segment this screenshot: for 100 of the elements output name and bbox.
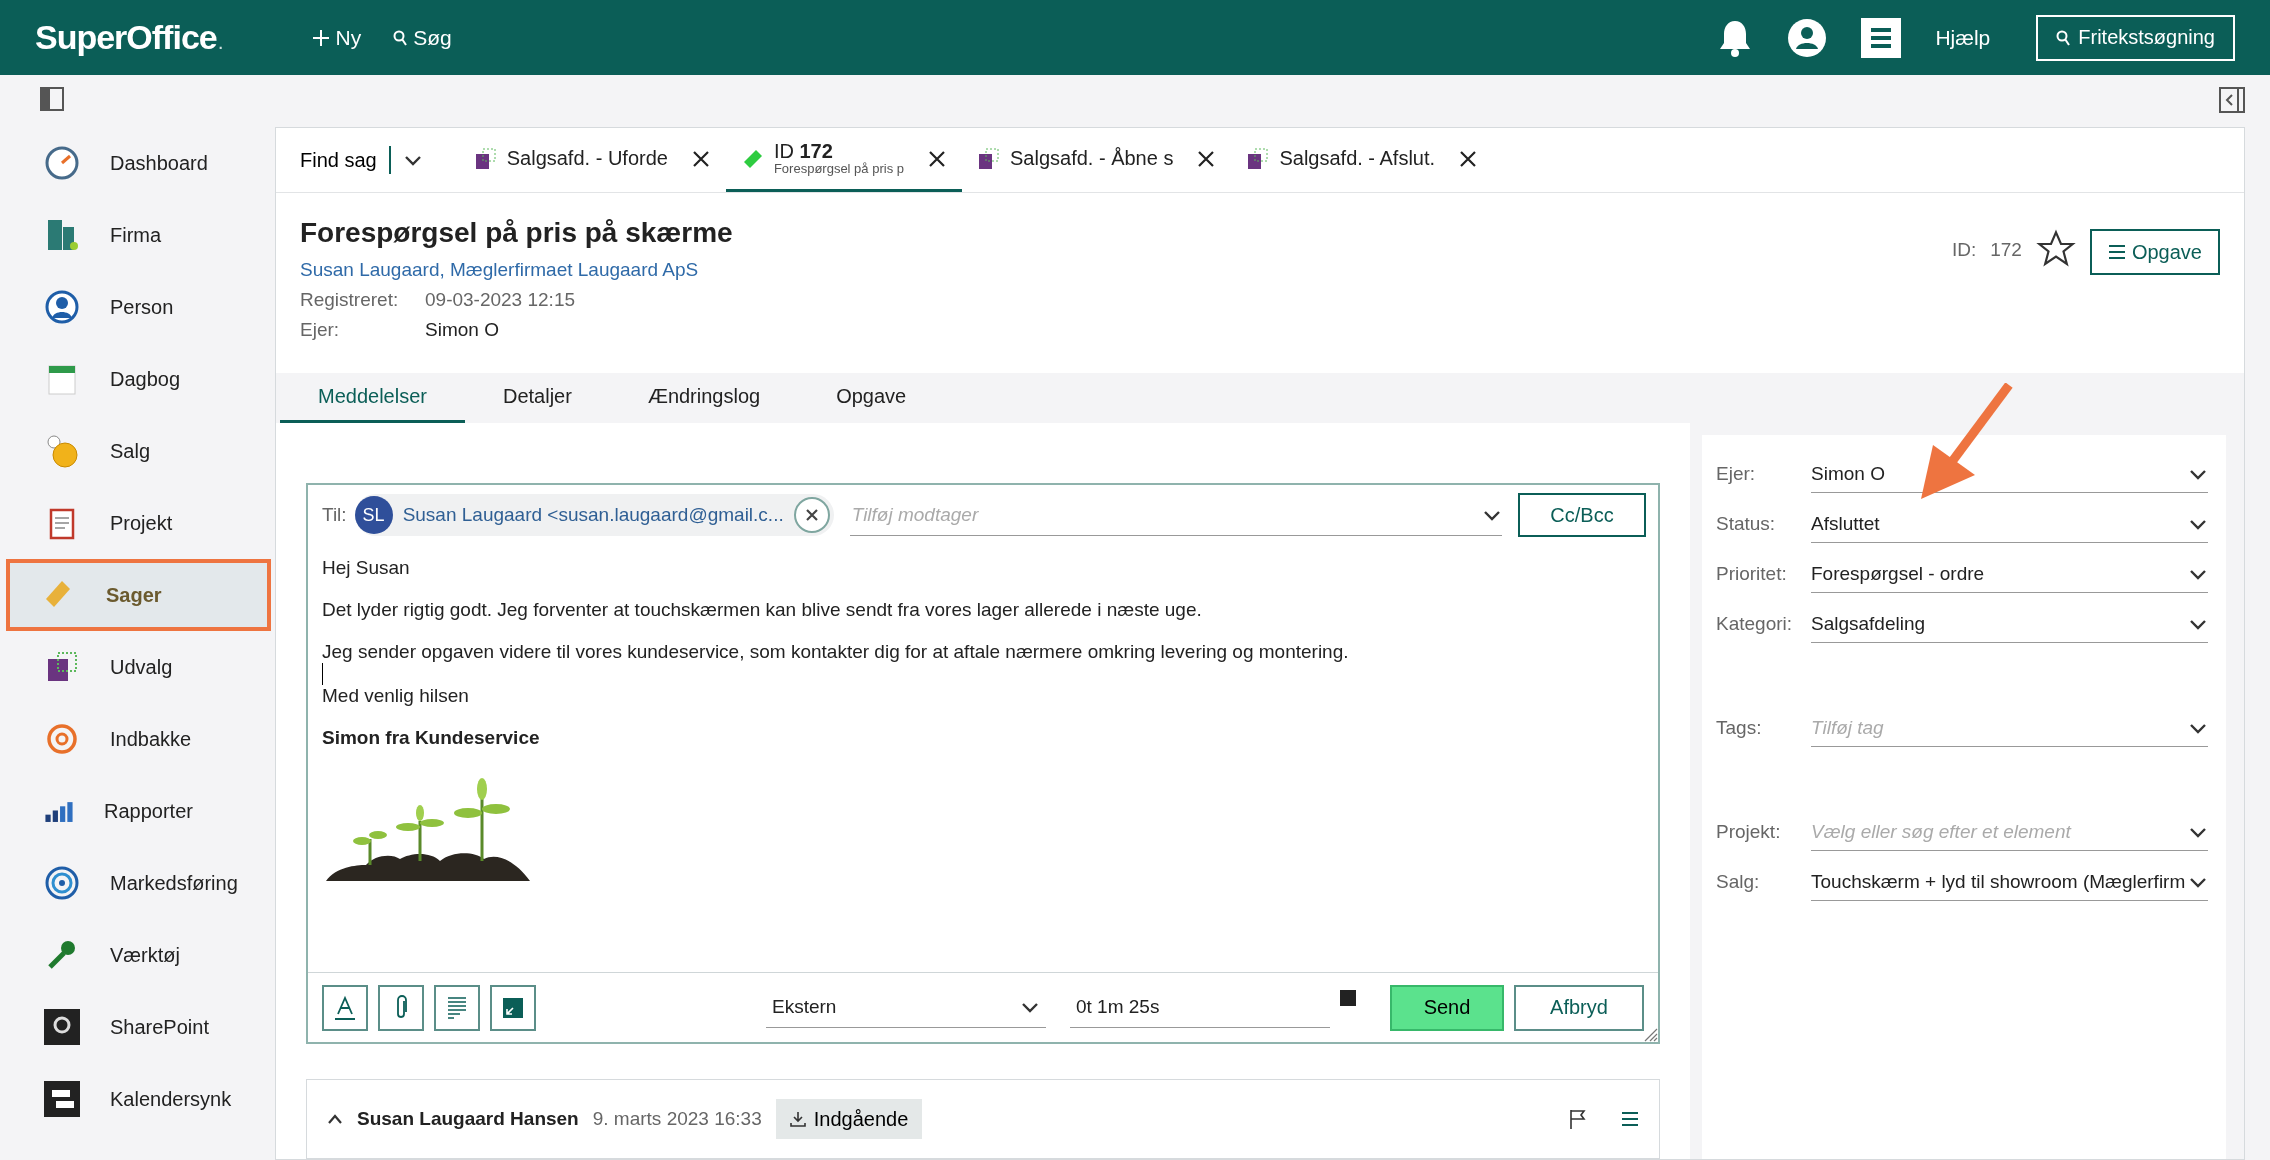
gauge-icon: [44, 145, 80, 181]
owner-value: Simon O: [425, 319, 499, 341]
user-icon[interactable]: [1787, 17, 1828, 58]
message-paragraph: Det lyder rigtig godt. Jeg forventer at touchskærmen kan blive sendt fra vores lager allerede i næste uge.: [322, 599, 1203, 621]
sidebar-item[interactable]: Projekt: [6, 487, 271, 559]
field-label: Kategori:: [1716, 613, 1794, 635]
sidebar-item[interactable]: Indbakke: [6, 703, 271, 775]
cancel-button[interactable]: Afbryd: [1514, 984, 1644, 1031]
text-format-button[interactable]: [322, 984, 368, 1031]
text-lines-icon: [446, 995, 468, 1020]
dropdown-field[interactable]: Afsluttet: [1811, 505, 2208, 543]
sidebar-item[interactable]: Dashboard: [6, 127, 271, 199]
calendar-sync-icon: [44, 1081, 80, 1117]
sidebar-item[interactable]: Værktøj: [6, 919, 271, 991]
close-icon[interactable]: [928, 149, 946, 168]
star-icon[interactable]: [2035, 229, 2076, 269]
sidebar-item[interactable]: Sager: [6, 559, 271, 631]
magnifier-tile-icon: [44, 1009, 80, 1045]
registered-value: 09-03-2023 12:15: [425, 289, 575, 311]
download-icon: [789, 1111, 806, 1128]
sidebar-item[interactable]: Firma: [6, 199, 271, 271]
menu-icon[interactable]: [1621, 1111, 1639, 1128]
new-button[interactable]: Ny: [311, 25, 362, 50]
app-logo[interactable]: SuperOffice.: [35, 18, 222, 57]
selection-icon: [1247, 147, 1270, 170]
message-date: 9. marts 2023 16:33: [592, 1108, 762, 1131]
sidebar-item[interactable]: Markedsføring: [6, 847, 271, 919]
search-button[interactable]: Søg: [393, 25, 452, 50]
message-paragraph: Med venlig hilsen: [322, 685, 470, 707]
text-format-icon: [333, 994, 357, 1021]
sidebar-item[interactable]: Salg: [6, 415, 271, 487]
dropdown-field[interactable]: Salgsafdeling: [1811, 605, 2208, 643]
close-icon[interactable]: [1197, 149, 1216, 168]
person-icon: [44, 289, 80, 325]
field-label: Tags:: [1716, 717, 1763, 739]
close-icon[interactable]: [1459, 149, 1478, 168]
collapse-caret-icon[interactable]: [327, 1113, 343, 1126]
menu-icon[interactable]: [1861, 17, 1902, 58]
sidebar-item[interactable]: Udvalg: [6, 631, 271, 703]
target-icon: [44, 865, 80, 901]
visibility-select[interactable]: Ekstern: [766, 987, 1046, 1028]
to-label: Til:: [322, 504, 347, 526]
field-label: Ejer:: [1716, 463, 1757, 485]
section-tab[interactable]: Ændringslog: [609, 373, 799, 423]
message-paragraph: Hej Susan: [322, 557, 411, 579]
help-link[interactable]: Hjælp: [1935, 25, 1991, 50]
field-label: Prioritet:: [1716, 563, 1788, 585]
expand-button[interactable]: [490, 984, 536, 1031]
search-icon: [2056, 29, 2071, 46]
sidebar-item[interactable]: Person: [6, 271, 271, 343]
section-tab[interactable]: Opgave: [798, 373, 945, 423]
dropdown-field[interactable]: Forespørgsel - ordre: [1811, 555, 2208, 593]
recipient-chip[interactable]: SL Susan Laugaard <susan.laugaard@gmail.c...: [354, 494, 834, 536]
coins-icon: [44, 433, 80, 469]
search-icon: [393, 29, 408, 46]
contact-link[interactable]: Susan Laugaard, Mæglerfirmaet Laugaard ApS: [300, 259, 699, 280]
freetext-search-button[interactable]: Fritekstsøgning: [2036, 14, 2235, 61]
sidebar-item[interactable]: Dagbog: [6, 343, 271, 415]
dropdown-field[interactable]: Touchskærm + lyd til showroom (Mæglerfirm: [1811, 863, 2208, 901]
selection-icon: [474, 147, 497, 170]
incoming-button[interactable]: Indgående: [775, 1099, 923, 1140]
sidebar-item[interactable]: Rapporter: [6, 775, 271, 847]
record-tab[interactable]: Salgsafd. - Uforde: [458, 128, 726, 192]
send-button[interactable]: Send: [1390, 984, 1504, 1031]
close-icon: [804, 508, 819, 522]
cc-bcc-button[interactable]: Cc/Bcc: [1518, 493, 1646, 537]
template-button[interactable]: [434, 984, 480, 1031]
field-label: Status:: [1716, 513, 1777, 535]
sender-name: Susan Laugaard Hansen: [357, 1108, 579, 1131]
section-tab[interactable]: Detaljer: [464, 373, 610, 423]
time-field[interactable]: 0t 1m 25s: [1070, 987, 1330, 1028]
sidebar-item[interactable]: SharePoint: [6, 991, 271, 1063]
signature-text: Simon fra Kundeservice: [322, 727, 541, 749]
record-tab[interactable]: Salgsafd. - Afslut.: [1231, 128, 1494, 192]
field-label: Salg:: [1716, 871, 1761, 893]
ticket-title: Forespørgsel på pris på skærme: [300, 217, 734, 249]
close-icon[interactable]: [691, 149, 710, 168]
collapse-panel-icon[interactable]: [2219, 87, 2245, 113]
panel-toggle-icon[interactable]: [40, 87, 64, 111]
owner-label: Ejer:: [300, 319, 341, 341]
attach-button[interactable]: [378, 984, 424, 1031]
flag-icon[interactable]: [1569, 1109, 1587, 1130]
resize-grip-icon[interactable]: [1642, 1026, 1658, 1043]
resize-icon: [501, 995, 525, 1020]
id-label: ID:: [1951, 239, 1977, 261]
record-tab[interactable]: ID 172 Forespørgsel på pris p: [725, 128, 962, 192]
bar-chart-icon: [44, 799, 74, 823]
field-label: Projekt:: [1716, 821, 1782, 843]
sidebar-item[interactable]: Kalendersynk: [6, 1063, 271, 1135]
list-icon: [2107, 244, 2126, 260]
remove-recipient-button[interactable]: [793, 497, 830, 533]
plus-icon: [311, 28, 330, 47]
find-ticket-button[interactable]: Find sag: [300, 128, 459, 192]
text-cursor: [322, 663, 323, 685]
task-button[interactable]: Opgave: [2089, 229, 2220, 275]
registered-label: Registreret:: [300, 289, 400, 311]
selection-icon: [978, 147, 1000, 170]
record-tab[interactable]: Salgsafd. - Åbne s: [962, 128, 1232, 192]
stop-icon[interactable]: [1340, 989, 1356, 1006]
message-paragraph: Jeg sender opgaven videre til vores kundeservice, som kontakter dig for at aftale nærmere omkring levering og montering.: [322, 641, 1350, 663]
